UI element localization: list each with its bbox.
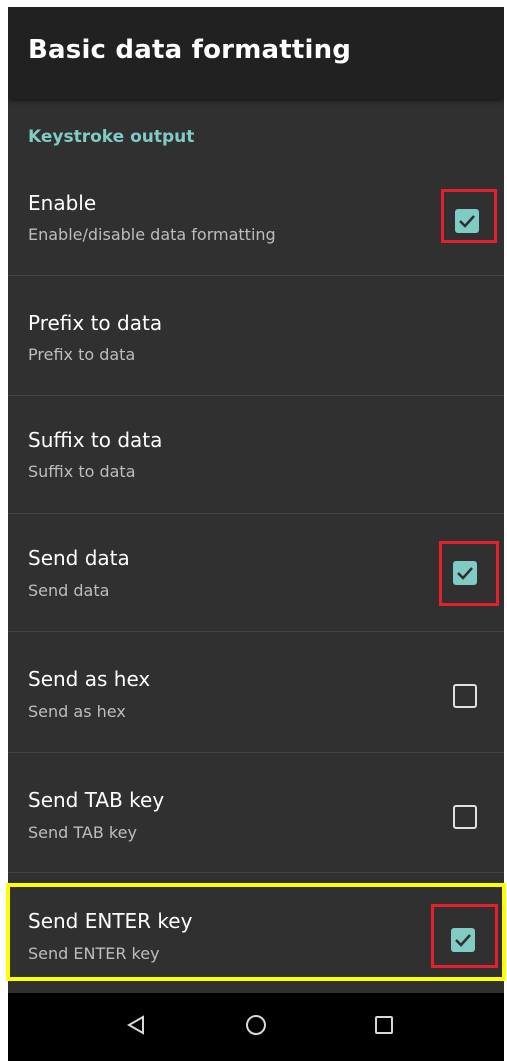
navigation-bar xyxy=(8,993,504,1061)
pref-enable[interactable]: Enable Enable/disable data formatting xyxy=(8,165,504,276)
send-tab-key-checkbox[interactable] xyxy=(453,805,477,829)
pref-summary: Enable/disable data formatting xyxy=(28,225,276,244)
recents-icon[interactable] xyxy=(372,1013,396,1037)
pref-summary: Send data xyxy=(28,581,110,600)
pref-title: Prefix to data xyxy=(28,311,163,335)
section-header-keystroke-output: Keystroke output xyxy=(28,127,195,147)
send-as-hex-checkbox[interactable] xyxy=(453,684,477,708)
pref-summary: Send as hex xyxy=(28,702,126,721)
page-title: Basic data formatting xyxy=(28,35,352,65)
pref-summary: Suffix to data xyxy=(28,462,136,481)
highlight-box-send-data xyxy=(439,541,499,606)
app-bar: Basic data formatting xyxy=(8,7,504,99)
pref-send-as-hex[interactable]: Send as hex Send as hex xyxy=(8,632,504,753)
pref-summary: Prefix to data xyxy=(28,345,136,364)
pref-send-data[interactable]: Send data Send data xyxy=(8,514,504,632)
pref-title: Send data xyxy=(28,546,130,570)
back-icon[interactable] xyxy=(124,1013,148,1037)
pref-summary: Send TAB key xyxy=(28,823,137,842)
pref-suffix-to-data[interactable]: Suffix to data Suffix to data xyxy=(8,396,504,514)
highlight-box-enable xyxy=(441,189,497,243)
pref-title: Suffix to data xyxy=(28,428,163,452)
pref-send-tab-key[interactable]: Send TAB key Send TAB key xyxy=(8,753,504,873)
pref-title: Enable xyxy=(28,191,97,215)
highlight-box-enter-row xyxy=(6,883,506,981)
pref-prefix-to-data[interactable]: Prefix to data Prefix to data xyxy=(8,276,504,396)
home-icon[interactable] xyxy=(244,1013,268,1037)
pref-title: Send TAB key xyxy=(28,788,165,812)
pref-title: Send as hex xyxy=(28,667,151,691)
